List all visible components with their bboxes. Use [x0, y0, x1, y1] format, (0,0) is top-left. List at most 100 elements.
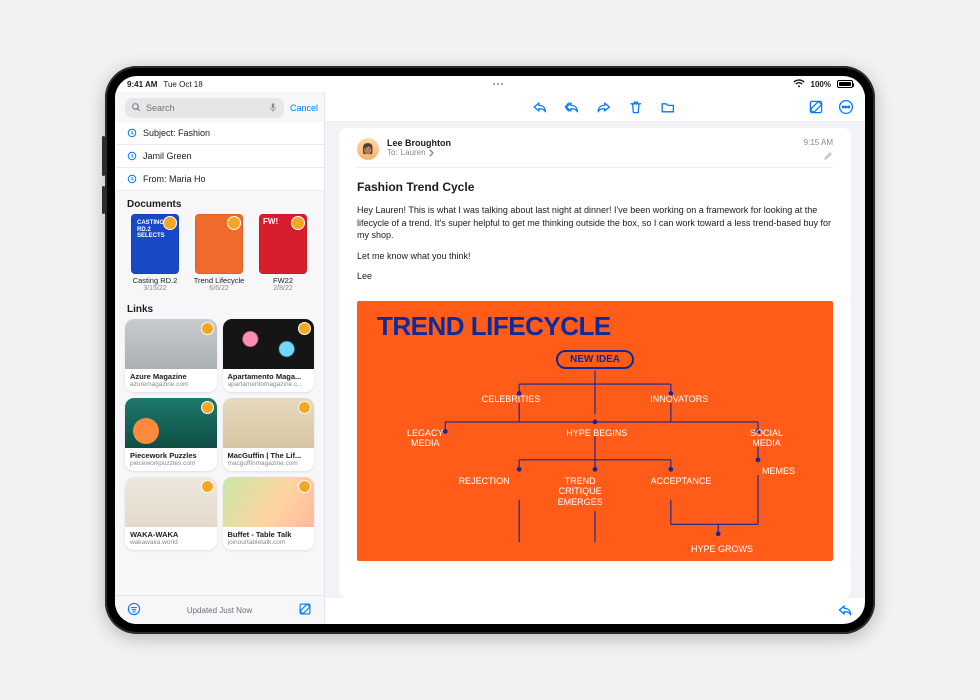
link-title: Azure Magazine: [130, 372, 212, 381]
link-card[interactable]: WAKA-WAKAwakawaka.world: [125, 477, 217, 550]
filter-label: Jamil Green: [143, 151, 192, 161]
compose-button[interactable]: [298, 602, 312, 618]
sender-avatar[interactable]: 👩🏽: [357, 138, 379, 160]
document-item[interactable]: CASTING RD.2 SELECTS Casting RD.2 3/15/2…: [127, 214, 183, 292]
link-card[interactable]: MacGuffin | The Lif...macguffinmagazine.…: [223, 398, 315, 471]
message-panel: 👩🏽 Lee Broughton To: Lauren 9:15: [325, 92, 865, 624]
link-title: WAKA-WAKA: [130, 530, 212, 539]
infographic-title: TREND LIFECYCLE: [377, 311, 813, 342]
contact-badge-icon: [291, 216, 305, 230]
search-input[interactable]: [146, 103, 263, 113]
search-icon: [131, 102, 141, 114]
message-body: Hey Lauren! This is what I was talking a…: [357, 204, 833, 291]
forward-button[interactable]: [595, 98, 613, 116]
link-thumbnail: [223, 398, 315, 448]
message-time: 9:15 AM: [804, 138, 833, 147]
link-card[interactable]: Apartamento Maga...apartamentomagazine.c…: [223, 319, 315, 392]
reply-button[interactable]: [531, 98, 549, 116]
document-thumb: FW!: [259, 214, 307, 274]
link-thumbnail: [125, 319, 217, 369]
link-thumbnail: [125, 477, 217, 527]
filter-settings-button[interactable]: [127, 602, 141, 618]
document-date: 2/8/22: [273, 285, 292, 292]
move-to-folder-button[interactable]: [659, 98, 677, 116]
battery-icon: [837, 80, 853, 88]
contact-badge-icon: [201, 322, 214, 335]
contact-badge-icon: [163, 216, 177, 230]
quick-reply-bar: [325, 598, 865, 624]
section-links-title: Links: [115, 296, 324, 319]
node-trend-critique: TREND CRITIQUE EMERGES: [558, 476, 603, 507]
link-subtitle: apartamentomagazine.c...: [228, 381, 310, 388]
node-memes: MEMES: [762, 466, 795, 476]
link-card[interactable]: Buffet - Table Talkjoinourtabletalk.com: [223, 477, 315, 550]
cancel-button[interactable]: Cancel: [290, 103, 318, 113]
message-subject: Fashion Trend Cycle: [357, 180, 833, 194]
filter-person-1[interactable]: Jamil Green: [115, 145, 324, 168]
link-title: Apartamento Maga...: [228, 372, 310, 381]
screen: 9:41 AM Tue Oct 18 100%: [115, 76, 865, 624]
status-bar: 9:41 AM Tue Oct 18 100%: [115, 76, 865, 92]
contact-badge-icon: [227, 216, 241, 230]
edit-draft-icon[interactable]: [823, 151, 833, 161]
trash-button[interactable]: [627, 98, 645, 116]
more-button[interactable]: [837, 98, 855, 116]
node-social-media: SOCIAL MEDIA: [750, 428, 783, 449]
link-thumbnail: [223, 319, 315, 369]
node-innovators: INNOVATORS: [650, 394, 708, 404]
ipad-device-frame: 9:41 AM Tue Oct 18 100%: [105, 66, 875, 634]
filter-from[interactable]: From: Maria Ho: [115, 168, 324, 191]
node-celebrities: CELEBRITIES: [482, 394, 541, 404]
quick-reply-button[interactable]: [837, 602, 853, 620]
chevron-right-icon: [429, 149, 435, 157]
link-thumbnail: [223, 477, 315, 527]
sender-name[interactable]: Lee Broughton: [387, 138, 796, 148]
body-paragraph: Hey Lauren! This is what I was talking a…: [357, 204, 833, 242]
document-name: FW22: [273, 277, 293, 285]
wifi-icon: [793, 79, 805, 90]
attachment-infographic: TREND LIFECYCLE: [357, 301, 833, 561]
filter-subject[interactable]: Subject: Fashion: [115, 122, 324, 145]
link-subtitle: azuremagazine.com: [130, 381, 212, 388]
filter-label: Subject: Fashion: [143, 128, 210, 138]
document-thumb: CASTING RD.2 SELECTS: [131, 214, 179, 274]
recent-icon: [127, 174, 137, 184]
link-subtitle: joinourtabletalk.com: [228, 539, 310, 546]
documents-row: CASTING RD.2 SELECTS Casting RD.2 3/15/2…: [115, 214, 324, 296]
update-status: Updated Just Now: [187, 606, 252, 615]
body-paragraph: Let me know what you think!: [357, 250, 833, 263]
node-new-idea: NEW IDEA: [556, 350, 634, 369]
to-prefix: To:: [387, 148, 398, 157]
link-card[interactable]: Piecework Puzzlespieceworkpuzzles.com: [125, 398, 217, 471]
reply-all-button[interactable]: [563, 98, 581, 116]
document-name: Casting RD.2: [133, 277, 178, 285]
contact-badge-icon: [201, 480, 214, 493]
message-card: 👩🏽 Lee Broughton To: Lauren 9:15: [339, 128, 851, 598]
link-thumbnail: [125, 398, 217, 448]
dictation-icon[interactable]: [268, 102, 278, 114]
status-date: Tue Oct 18: [163, 80, 202, 89]
contact-badge-icon: [201, 401, 214, 414]
node-hype-grows: HYPE GROWS: [691, 544, 753, 554]
recipient-line[interactable]: To: Lauren: [387, 148, 796, 157]
document-item[interactable]: Trend Lifecycle 6/6/22: [191, 214, 247, 292]
contact-badge-icon: [298, 401, 311, 414]
multitask-indicator-icon[interactable]: [493, 83, 503, 85]
sidebar: Cancel Subject: Fashion Jamil Green From…: [115, 92, 325, 624]
battery-label: 100%: [811, 80, 831, 89]
node-rejection: REJECTION: [459, 476, 510, 486]
link-subtitle: pieceworkpuzzles.com: [130, 460, 212, 467]
node-hype-begins: HYPE BEGINS: [566, 428, 627, 438]
message-header: 👩🏽 Lee Broughton To: Lauren 9:15: [357, 138, 833, 168]
search-field[interactable]: [125, 98, 284, 118]
node-acceptance: ACCEPTANCE: [651, 476, 712, 486]
link-title: Buffet - Table Talk: [228, 530, 310, 539]
link-card[interactable]: Azure Magazineazuremagazine.com: [125, 319, 217, 392]
recent-icon: [127, 128, 137, 138]
document-item[interactable]: FW! FW22 2/8/22: [255, 214, 311, 292]
flowchart: NEW IDEA CELEBRITIES INNOVATORS LEGACY M…: [377, 348, 813, 561]
document-name: Trend Lifecycle: [194, 277, 245, 285]
contact-badge-icon: [298, 480, 311, 493]
compose-button[interactable]: [807, 98, 825, 116]
recipient-name: Lauren: [401, 148, 426, 157]
